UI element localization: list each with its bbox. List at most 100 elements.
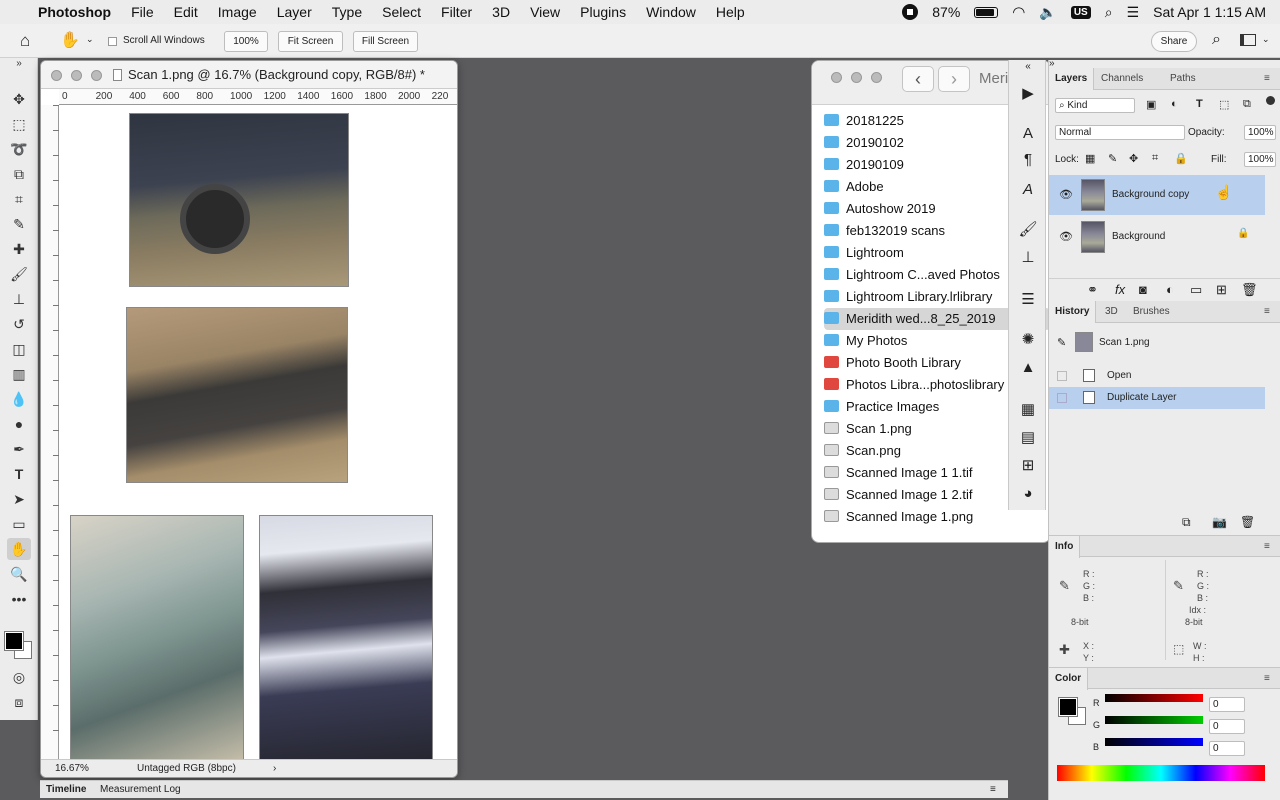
lasso-tool-icon[interactable]: ➰ (7, 138, 31, 160)
layer-row-background[interactable]: 👁 Background 🔒 (1049, 217, 1265, 257)
document-title-bar[interactable]: Scan 1.png @ 16.7% (Background copy, RGB… (41, 61, 457, 89)
link-layers-icon[interactable]: ⚭ (1087, 282, 1098, 298)
histogram-icon[interactable]: ▲ (1018, 358, 1038, 378)
layer-row-background-copy[interactable]: 👁 Background copy ☝ (1049, 175, 1265, 215)
type-tool-icon[interactable]: T (7, 463, 31, 485)
menu-edit[interactable]: Edit (164, 0, 208, 24)
shapes-icon[interactable]: ◕ (1018, 484, 1038, 504)
quick-mask-icon[interactable]: ◎ (7, 666, 31, 688)
collapse-icon[interactable]: « (1018, 57, 1038, 77)
chevron-down-icon[interactable]: ⌄ (1262, 34, 1270, 45)
history-step-duplicate-layer[interactable]: Duplicate Layer (1049, 387, 1265, 409)
image-canvas[interactable] (59, 105, 457, 765)
blend-mode-select[interactable]: Normal (1055, 125, 1185, 140)
menu-view[interactable]: View (520, 0, 570, 24)
layer-kind-filter[interactable]: ⌕ Kind (1055, 98, 1135, 113)
history-brush-tool-icon[interactable]: ↺ (7, 313, 31, 335)
zoom-tool-icon[interactable]: 🔍 (7, 563, 31, 585)
chevron-right-icon[interactable]: › (273, 760, 276, 777)
lock-artboard-icon[interactable]: ⌗ (1152, 152, 1158, 165)
zoom-window-button[interactable] (91, 70, 102, 81)
b-value-field[interactable]: 0 (1209, 741, 1245, 756)
menu-window[interactable]: Window (636, 0, 706, 24)
blur-tool-icon[interactable]: 💧 (7, 388, 31, 410)
brush-tool-icon[interactable]: 🖌 (7, 263, 31, 285)
opacity-field[interactable]: 100% (1244, 125, 1276, 140)
chevron-down-icon[interactable]: ⌄ (86, 34, 94, 45)
menu-type[interactable]: Type (322, 0, 372, 24)
close-window-button[interactable] (51, 70, 62, 81)
tab-info[interactable]: Info (1049, 536, 1081, 558)
new-layer-icon[interactable]: ⊞ (1216, 282, 1227, 298)
filter-toggle-icon[interactable] (1266, 96, 1275, 105)
delete-layer-icon[interactable]: 🗑 (1241, 282, 1258, 298)
finder-minimize-button[interactable] (851, 72, 862, 83)
color-spectrum-ramp[interactable] (1057, 765, 1265, 781)
delete-state-icon[interactable]: 🗑 (1240, 515, 1255, 529)
input-source-icon[interactable]: US (1070, 5, 1091, 19)
properties-icon[interactable]: ✺ (1018, 330, 1038, 350)
tab-brushes[interactable]: Brushes (1133, 301, 1170, 323)
paragraph-icon[interactable]: ¶ (1018, 150, 1038, 170)
tab-layers[interactable]: Layers (1049, 68, 1095, 90)
fill-field[interactable]: 100% (1244, 152, 1276, 167)
zoom-100-button[interactable]: 100% (224, 31, 268, 52)
history-source-checkbox[interactable] (1057, 371, 1067, 381)
panel-menu-icon[interactable]: ≡ (1264, 68, 1270, 90)
tab-paths[interactable]: Paths (1170, 68, 1196, 90)
g-slider[interactable] (1105, 716, 1203, 724)
share-button[interactable]: Share (1151, 31, 1197, 52)
clone-source-icon[interactable]: ⊥ (1018, 248, 1038, 268)
menu-help[interactable]: Help (706, 0, 755, 24)
menu-image[interactable]: Image (208, 0, 267, 24)
new-document-from-state-icon[interactable]: ⧉ (1182, 515, 1191, 530)
filter-shape-icon[interactable]: ⬚ (1219, 98, 1229, 111)
dodge-tool-icon[interactable]: ● (7, 413, 31, 435)
eye-icon[interactable]: 👁 (1059, 230, 1073, 243)
eye-icon[interactable]: 👁 (1059, 188, 1073, 201)
history-step-open[interactable]: Open (1049, 365, 1265, 387)
scroll-all-checkbox[interactable] (108, 37, 117, 46)
lock-position-icon[interactable]: ✥ (1129, 152, 1138, 165)
new-snapshot-icon[interactable]: 📷 (1212, 515, 1227, 529)
finder-zoom-button[interactable] (871, 72, 882, 83)
tab-3d[interactable]: 3D (1105, 301, 1118, 323)
stamp-tool-icon[interactable]: ⊥ (7, 288, 31, 310)
forward-button[interactable]: › (938, 66, 970, 92)
hand-tool-icon[interactable]: ✋ (7, 538, 31, 560)
add-mask-icon[interactable]: ◙ (1139, 282, 1147, 297)
panel-menu-icon[interactable]: ≡ (1264, 536, 1270, 558)
more-tools-icon[interactable]: ••• (7, 588, 31, 610)
tab-history[interactable]: History (1049, 301, 1097, 323)
move-tool-icon[interactable]: ✥ (7, 88, 31, 110)
filter-pixel-icon[interactable]: ▣ (1146, 98, 1156, 111)
b-slider[interactable] (1105, 738, 1203, 746)
tab-measurement-log[interactable]: Measurement Log (100, 781, 181, 798)
swatches-icon[interactable]: ▦ (1018, 400, 1038, 420)
finder-close-button[interactable] (831, 72, 842, 83)
menu-3d[interactable]: 3D (482, 0, 520, 24)
home-icon[interactable]: ⌂ (20, 31, 30, 51)
shape-tool-icon[interactable]: ▭ (7, 513, 31, 535)
lock-image-icon[interactable]: ✎ (1108, 152, 1117, 165)
control-center-icon[interactable]: ☰ (1127, 4, 1140, 21)
zoom-level[interactable]: 16.67% (55, 760, 89, 777)
adjustments-icon[interactable]: ☰ (1018, 290, 1038, 310)
menubar-clock[interactable]: Sat Apr 1 1:15 AM (1153, 4, 1266, 20)
vertical-ruler[interactable] (41, 105, 59, 765)
panel-menu-icon[interactable]: ≡ (1264, 668, 1270, 690)
glyphs-icon[interactable]: A (1018, 180, 1038, 200)
history-snapshot-row[interactable]: ✎ Scan 1.png (1049, 330, 1265, 356)
menu-plugins[interactable]: Plugins (570, 0, 636, 24)
volume-icon[interactable]: 🔈 (1039, 4, 1056, 21)
fit-screen-button[interactable]: Fit Screen (278, 31, 343, 52)
new-group-icon[interactable]: ▭ (1190, 282, 1202, 298)
collapse-icon[interactable]: » (7, 58, 31, 70)
color-foreground-swatch[interactable] (1058, 697, 1078, 717)
marquee-tool-icon[interactable]: ⬚ (7, 113, 31, 135)
filter-adjustment-icon[interactable]: ◐ (1171, 98, 1178, 110)
object-select-tool-icon[interactable]: ⧉ (7, 163, 31, 185)
pen-tool-icon[interactable]: ✒ (7, 438, 31, 460)
record-icon[interactable] (902, 4, 919, 20)
layer-style-icon[interactable]: fx (1115, 282, 1125, 297)
